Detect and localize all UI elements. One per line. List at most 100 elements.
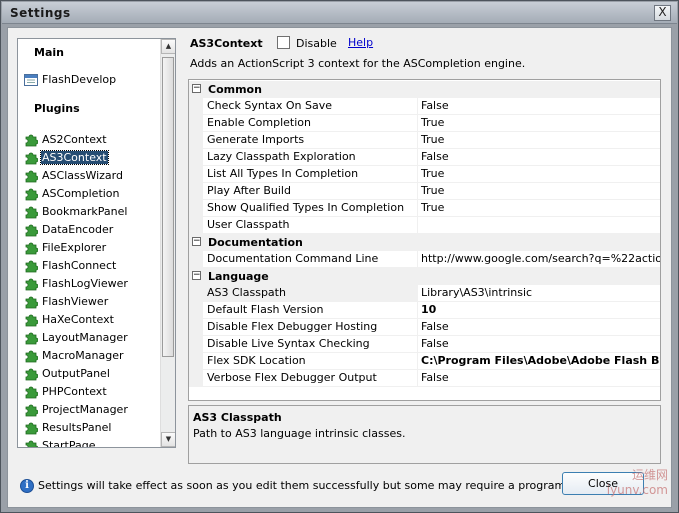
sidebar-item-fileexplorer[interactable]: FileExplorer — [24, 239, 164, 257]
property-row[interactable]: User Classpath — [189, 217, 660, 234]
scroll-down-button[interactable]: ▼ — [161, 432, 175, 447]
property-row[interactable]: Flex SDK Location C:\Program Files\Adobe\… — [189, 353, 660, 370]
property-row[interactable]: Disable Flex Debugger Hosting False — [189, 319, 660, 336]
property-row[interactable]: List All Types In Completion True — [189, 166, 660, 183]
puzzle-piece-icon — [24, 403, 38, 417]
info-icon: i — [20, 479, 34, 493]
sidebar-item-macromanager[interactable]: MacroManager — [24, 347, 164, 365]
sidebar-item-dataencoder[interactable]: DataEncoder — [24, 221, 164, 239]
sidebar-item-asclasswizard[interactable]: ASClassWizard — [24, 167, 164, 185]
sidebar-item-ascompletion[interactable]: ASCompletion — [24, 185, 164, 203]
row-gutter — [189, 166, 203, 183]
property-value[interactable]: http://www.google.com/search?q=%22action… — [417, 251, 660, 268]
property-row[interactable]: Documentation Command Line http://www.goo… — [189, 251, 660, 268]
collapse-toggle-icon[interactable]: − — [192, 84, 201, 93]
sidebar-item-bookmarkpanel[interactable]: BookmarkPanel — [24, 203, 164, 221]
property-value[interactable]: True — [417, 115, 660, 132]
property-value[interactable]: False — [417, 370, 660, 387]
category-documentation[interactable]: − Documentation — [189, 234, 660, 251]
sidebar-item-projectmanager[interactable]: ProjectManager — [24, 401, 164, 419]
property-row[interactable]: Check Syntax On Save False — [189, 98, 660, 115]
property-name: User Classpath — [203, 217, 417, 234]
property-row[interactable]: Default Flash Version 10 — [189, 302, 660, 319]
category-language[interactable]: − Language — [189, 268, 660, 285]
row-gutter — [189, 285, 203, 302]
property-value[interactable]: C:\Program Files\Adobe\Adobe Flash Build — [417, 353, 660, 370]
sidebar-item-label: FlashLogViewer — [42, 277, 128, 290]
puzzle-piece-icon — [24, 241, 38, 255]
sidebar-item-label: StartPage — [42, 439, 96, 448]
category-common[interactable]: − Common — [189, 81, 660, 98]
property-value[interactable]: 10 — [417, 302, 660, 319]
row-gutter — [189, 370, 203, 387]
property-value[interactable]: True — [417, 166, 660, 183]
puzzle-piece-icon — [24, 331, 38, 345]
close-window-icon[interactable]: X — [654, 5, 671, 21]
sidebar-item-outputpanel[interactable]: OutputPanel — [24, 365, 164, 383]
property-row[interactable]: AS3 Classpath Library\AS3\intrinsic — [189, 285, 660, 302]
sidebar-item-as2context[interactable]: AS2Context — [24, 131, 164, 149]
property-value[interactable]: False — [417, 149, 660, 166]
disable-checkbox[interactable] — [277, 36, 290, 49]
row-gutter — [189, 217, 203, 234]
property-grid[interactable]: − Common Check Syntax On Save False Enable C… — [188, 79, 661, 401]
plugin-description: Adds an ActionScript 3 context for the A… — [190, 57, 526, 70]
property-value[interactable]: True — [417, 183, 660, 200]
puzzle-piece-icon — [24, 223, 38, 237]
sidebar-item-resultspanel[interactable]: ResultsPanel — [24, 419, 164, 437]
sidebar-item-startpage[interactable]: StartPage — [24, 437, 164, 448]
sidebar-item-label: MacroManager — [42, 349, 124, 362]
row-gutter — [189, 353, 203, 370]
sidebar-item-flashdevelop[interactable]: FlashDevelop — [24, 71, 164, 89]
disable-label[interactable]: Disable — [296, 37, 337, 50]
sidebar-item-as3context[interactable]: AS3Context — [24, 149, 164, 167]
sidebar-item-flashconnect[interactable]: FlashConnect — [24, 257, 164, 275]
property-row[interactable]: Play After Build True — [189, 183, 660, 200]
property-row[interactable]: Enable Completion True — [189, 115, 660, 132]
property-value[interactable] — [417, 217, 660, 234]
property-value[interactable]: False — [417, 319, 660, 336]
property-name: AS3 Classpath — [203, 285, 417, 302]
sidebar-item-phpcontext[interactable]: PHPContext — [24, 383, 164, 401]
settings-window: Settings X Main FlashDevelop Plugins AS2Con… — [0, 0, 679, 513]
property-value[interactable]: True — [417, 132, 660, 149]
property-help-description: Path to AS3 language intrinsic classes. — [193, 427, 406, 440]
puzzle-piece-icon — [24, 187, 38, 201]
property-value[interactable]: False — [417, 336, 660, 353]
property-name: Flex SDK Location — [203, 353, 417, 370]
scroll-thumb[interactable] — [162, 57, 174, 357]
row-gutter — [189, 319, 203, 336]
sidebar-item-label: LayoutManager — [42, 331, 128, 344]
sidebar-item-layoutmanager[interactable]: LayoutManager — [24, 329, 164, 347]
property-value[interactable]: Library\AS3\intrinsic — [417, 285, 660, 302]
row-gutter — [189, 336, 203, 353]
title-bar[interactable]: Settings X — [2, 2, 677, 24]
property-row[interactable]: Lazy Classpath Exploration False — [189, 149, 660, 166]
property-row[interactable]: Disable Live Syntax Checking False — [189, 336, 660, 353]
property-name: Default Flash Version — [203, 302, 417, 319]
window-title: Settings — [10, 6, 71, 20]
sidebar-item-flashlogviewer[interactable]: FlashLogViewer — [24, 275, 164, 293]
list-scrollbar[interactable]: ▲ ▼ — [160, 39, 175, 447]
property-row[interactable]: Show Qualified Types In Completion True — [189, 200, 660, 217]
row-gutter — [189, 200, 203, 217]
property-value[interactable]: False — [417, 98, 660, 115]
property-value[interactable]: True — [417, 200, 660, 217]
category-label: Language — [208, 270, 269, 283]
row-gutter — [189, 115, 203, 132]
sidebar-item-label: ResultsPanel — [42, 421, 112, 434]
collapse-toggle-icon[interactable]: − — [192, 271, 201, 280]
sidebar-item-flashviewer[interactable]: FlashViewer — [24, 293, 164, 311]
sidebar-item-haxecontext[interactable]: HaXeContext — [24, 311, 164, 329]
puzzle-piece-icon — [24, 385, 38, 399]
property-row[interactable]: Generate Imports True — [189, 132, 660, 149]
watermark-line-1: 运维网 — [631, 468, 668, 482]
sidebar-item-label: PHPContext — [42, 385, 107, 398]
property-row[interactable]: Verbose Flex Debugger Output False — [189, 370, 660, 387]
puzzle-piece-icon — [24, 205, 38, 219]
collapse-toggle-icon[interactable]: − — [192, 237, 201, 246]
property-name: Verbose Flex Debugger Output — [203, 370, 417, 387]
help-link[interactable]: Help — [348, 36, 373, 49]
settings-navigation-list[interactable]: Main FlashDevelop Plugins AS2Context AS3Cont… — [17, 38, 176, 448]
scroll-up-button[interactable]: ▲ — [161, 39, 175, 54]
